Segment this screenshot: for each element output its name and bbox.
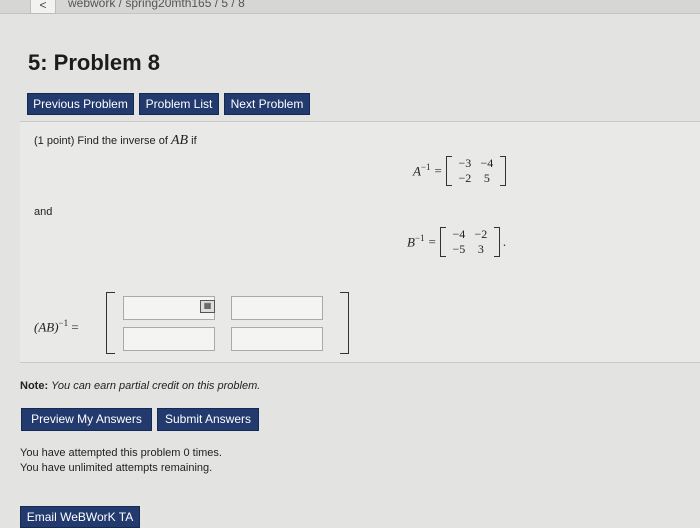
prompt-text: (1 point) Find the inverse of [34, 135, 168, 147]
matrix-cell: −4 [480, 156, 494, 170]
matrix-cell: −3 [458, 156, 472, 170]
equals-sign: = [428, 234, 436, 249]
period: . [502, 234, 507, 249]
matrix-cell: −2 [474, 227, 488, 241]
answer-lhs: (AB)−1 = [34, 318, 79, 335]
answer-input-r2c2[interactable] [231, 327, 323, 351]
a-inverse-equation: A−1 = −3 −4 −2 5 [413, 156, 506, 186]
answer-input-r1c2[interactable] [231, 296, 323, 320]
next-problem-button[interactable]: Next Problem [224, 93, 310, 115]
partial-credit-note: Note: You can earn partial credit on thi… [20, 380, 261, 392]
problem-list-button[interactable]: Problem List [139, 93, 219, 115]
browser-toolbar: < webwork / spring20mth165 / 5 / 8 [0, 0, 700, 14]
a-inverse-lhs: A−1 [413, 162, 431, 179]
attempt-status: You have attempted this problem 0 times.… [20, 446, 222, 476]
matrix-cell: −5 [452, 242, 466, 256]
answer-input-r2c1[interactable] [123, 327, 215, 351]
and-label: and [34, 206, 53, 218]
problem-panel: (1 point) Find the inverse of AB if A−1 … [20, 121, 700, 363]
submit-answers-button[interactable]: Submit Answers [157, 408, 259, 431]
chevron-left-icon[interactable]: < [30, 0, 56, 14]
breadcrumb[interactable]: webwork / spring20mth165 / 5 / 8 [68, 0, 245, 10]
problem-prompt: (1 point) Find the inverse of AB if [34, 133, 197, 149]
equation-editor-icon[interactable]: ▦ [200, 300, 215, 313]
attempted-text: You have attempted this problem 0 times. [20, 447, 222, 459]
equals-sign: = [434, 163, 442, 178]
matrix-cell: 3 [477, 242, 484, 256]
answer-left-bracket [106, 292, 115, 354]
page-title: 5: Problem 8 [28, 50, 161, 75]
prompt-if: if [191, 135, 197, 147]
matrix-cell: 5 [483, 171, 490, 185]
b-inverse-lhs: B−1 [407, 233, 425, 250]
preview-answers-button[interactable]: Preview My Answers [21, 408, 152, 431]
a-inverse-matrix: −3 −4 −2 5 [445, 156, 506, 186]
matrix-cell: −4 [452, 227, 466, 241]
prompt-product: AB [170, 133, 189, 148]
previous-problem-button[interactable]: Previous Problem [27, 93, 134, 115]
b-inverse-equation: B−1 = −4 −2 −5 3 . [407, 227, 506, 257]
answer-right-bracket [340, 292, 349, 354]
matrix-cell: −2 [458, 171, 472, 185]
b-inverse-matrix: −4 −2 −5 3 [439, 227, 500, 257]
remaining-text: You have unlimited attempts remaining. [20, 462, 213, 474]
